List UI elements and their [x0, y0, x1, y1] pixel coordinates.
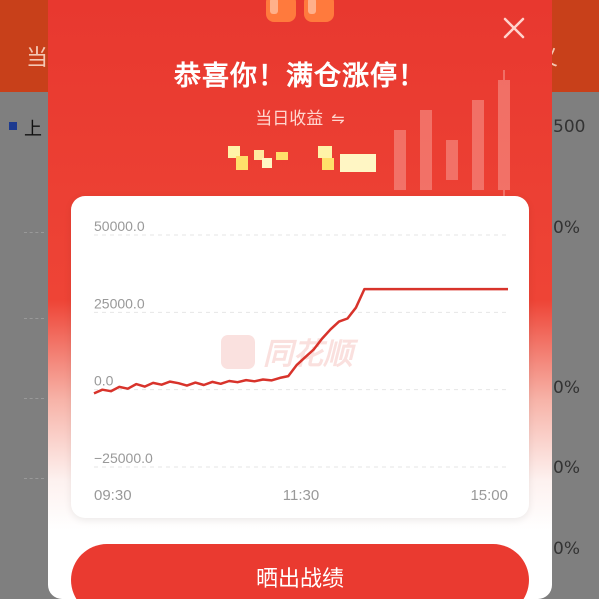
- result-modal: 恭喜你！满仓涨停！ 当日收益 ⇋ 同花顺 50000.0 25000.0 0.0 −25…: [48, 0, 552, 599]
- watermark-text: 同花顺: [263, 337, 359, 372]
- y-tick-label: −25000.0: [94, 450, 153, 466]
- background-axis-label: 0%: [553, 539, 580, 559]
- background-grid-line: [24, 232, 44, 233]
- watermark-logo-icon: [221, 335, 255, 369]
- background-header-text: 当: [26, 46, 49, 71]
- swap-icon[interactable]: ⇋: [331, 109, 344, 128]
- y-tick-label: 25000.0: [94, 295, 145, 311]
- daily-profit-label: 当日收益: [255, 109, 324, 129]
- mascot-feet-icon: [266, 0, 334, 22]
- background-grid-line: [24, 318, 44, 319]
- x-tick-label: 11:30: [283, 487, 319, 504]
- chart-watermark: 同花顺: [221, 335, 359, 372]
- background-axis-label: 0%: [553, 458, 580, 478]
- x-tick-label: 15:00: [470, 487, 508, 504]
- profit-line-chart: 同花顺 50000.0 25000.0 0.0 −25000.0 09:30 11:30 1…: [93, 218, 508, 504]
- close-icon: [503, 17, 525, 39]
- daily-profit-row[interactable]: 当日收益 ⇋: [48, 104, 552, 129]
- background-grid-line: [24, 398, 44, 399]
- close-button[interactable]: [500, 14, 528, 42]
- congrats-title: 恭喜你！满仓涨停！: [174, 61, 426, 92]
- background-grid-line: [24, 478, 44, 479]
- x-tick-label: 09:30: [94, 487, 132, 504]
- legend-marker: [9, 122, 17, 130]
- y-tick-label: 0.0: [94, 373, 114, 389]
- profit-chart-card: 同花顺 50000.0 25000.0 0.0 −25000.0 09:30 11:30 1…: [71, 196, 529, 518]
- y-tick-label: 50000.0: [94, 218, 145, 234]
- share-results-button[interactable]: 晒出战绩: [71, 544, 529, 599]
- background-chart-title: 上: [24, 119, 42, 140]
- background-axis-label: 500: [553, 117, 586, 137]
- background-axis-label: 0%: [553, 218, 580, 238]
- background-axis-label: 0%: [553, 378, 580, 398]
- profit-amount-blurred: [228, 146, 376, 172]
